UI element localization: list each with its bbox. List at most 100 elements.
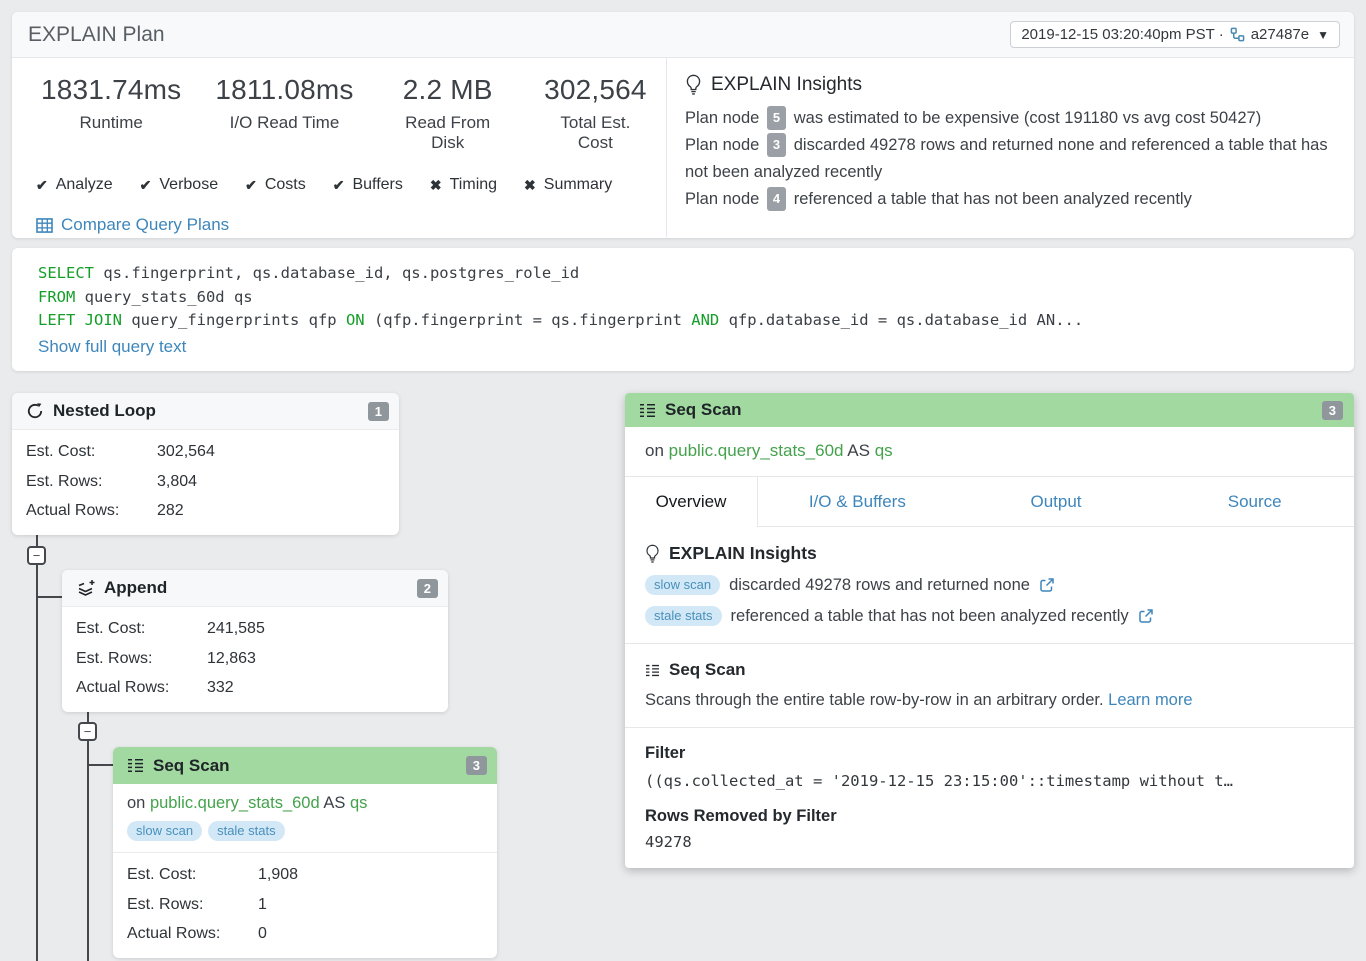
plan-node-nested-loop[interactable]: Nested Loop 1 Est. Cost:302,564Est. Rows… [12,393,399,535]
node-stats: Est. Cost:302,564Est. Rows:3,804Actual R… [12,430,399,535]
stat-value: 12,863 [207,644,256,674]
tab-i-o-buffers[interactable]: I/O & Buffers [758,477,957,526]
explain-flag-verbose: ✔Verbose [140,176,218,194]
filter-expression: ((qs.collected_at = '2019-12-15 23:15:00… [645,772,1334,790]
metric: 1831.74msRuntime [24,74,198,153]
sql-keyword: FROM [38,288,75,306]
node-stats: Est. Cost:241,585Est. Rows:12,863Actual … [62,607,448,712]
plan-summary-body: 1831.74msRuntime1811.08msI/O Read Time2.… [12,58,1354,237]
node-number-badge[interactable]: 3 [1322,401,1343,420]
stat-value: 332 [207,673,234,703]
stat-value: 3,804 [157,467,197,497]
node-insight-item: stale statsreferenced a table that has n… [645,606,1334,626]
node-insight-tags: slow scanstale stats [127,821,483,841]
node-number-badge[interactable]: 1 [368,402,389,421]
external-link-icon[interactable] [1039,577,1055,593]
stat-label: Est. Rows: [76,644,207,674]
stat-label: Actual Rows: [76,673,207,703]
detail-insights-section: EXPLAIN Insights slow scandiscarded 4927… [625,527,1354,643]
stat-row: Est. Cost:241,585 [76,614,434,644]
detail-insights-heading: EXPLAIN Insights [645,543,1334,564]
flag-label: Timing [450,176,497,194]
insight-text: discarded 49278 rows and returned none [729,576,1030,595]
as-label: AS [323,794,345,812]
node-number-badge[interactable]: 2 [417,579,438,598]
tab-output[interactable]: Output [957,477,1156,526]
stat-label: Est. Cost: [127,860,258,890]
flag-label: Verbose [159,176,218,194]
node-doc-title: Seq Scan [669,660,746,680]
stat-label: Actual Rows: [26,496,157,526]
plan-node-badge[interactable]: 5 [767,106,786,130]
loop-icon [26,402,44,420]
flag-label: Summary [544,176,612,194]
insight-item: Plan node 4 referenced a table that has … [685,186,1336,213]
stat-value: 1,908 [258,860,298,890]
table-alias-link[interactable]: qs [875,441,893,460]
plan-node-append[interactable]: Append 2 Est. Cost:241,585Est. Rows:12,8… [62,570,448,712]
node-header: Seq Scan 3 [113,747,497,784]
learn-more-link[interactable]: Learn more [1108,691,1192,709]
stat-label: Est. Rows: [127,890,258,920]
explain-plan-header: EXPLAIN Plan 2019-12-15 03:20:40pm PST ·… [12,12,1354,58]
insight-tag: stale stats [645,606,722,626]
stat-value: 302,564 [157,437,215,467]
stat-row: Actual Rows:0 [127,919,483,949]
metric-value: 1811.08ms [215,74,353,106]
tab-overview[interactable]: Overview [625,477,758,527]
collapse-node-button[interactable]: − [78,722,97,741]
sql-line: SELECT qs.fingerprint, qs.database_id, q… [38,262,1334,286]
explain-plan-page: EXPLAIN Plan 2019-12-15 03:20:40pm PST ·… [0,0,1366,961]
detail-insights-title: EXPLAIN Insights [669,543,817,564]
metric-value: 2.2 MB [388,74,508,106]
stat-row: Actual Rows:282 [26,496,385,526]
sql-text: qfp.database_id = qs.database_id AN... [719,311,1083,329]
compare-query-plans-link[interactable]: Compare Query Plans [36,215,229,235]
plan-version-selector[interactable]: 2019-12-15 03:20:40pm PST · a27487e ▼ [1010,21,1340,48]
flag-label: Analyze [56,176,113,194]
explain-plan-card: EXPLAIN Plan 2019-12-15 03:20:40pm PST ·… [12,12,1354,238]
node-stats: Est. Cost:1,908Est. Rows:1Actual Rows:0 [113,853,497,958]
collapse-node-button[interactable]: − [27,546,46,565]
node-number-badge[interactable]: 3 [466,756,487,775]
insights-title: EXPLAIN Insights [711,74,862,96]
explain-flags-row: ✔Analyze✔Verbose✔Costs✔Buffers✖Timing✖Su… [36,176,666,194]
plan-node-badge[interactable]: 3 [767,133,786,157]
sql-line: LEFT JOIN query_fingerprints qfp ON (qfp… [38,309,1334,333]
table-alias-link[interactable]: qs [350,794,367,812]
sql-keyword: AND [691,311,719,329]
node-doc-description: Scans through the entire table row-by-ro… [645,691,1104,709]
metric-value: 302,564 [542,74,649,106]
chevron-down-icon: ▼ [1317,28,1329,42]
sql-keyword: SELECT [38,264,94,282]
insight-item: Plan node 3 discarded 49278 rows and ret… [685,132,1336,186]
stat-value: 282 [157,496,184,526]
filter-section: Filter ((qs.collected_at = '2019-12-15 2… [625,728,1354,868]
page-title: EXPLAIN Plan [28,23,165,47]
node-title: Seq Scan [153,756,466,776]
table-link[interactable]: public.query_stats_60d [150,794,320,812]
tree-connector-line [36,526,38,961]
plan-node-badge[interactable]: 4 [767,187,786,211]
tab-source[interactable]: Source [1155,477,1354,526]
node-detail-panel: Seq Scan 3 on public.query_stats_60d AS … [625,393,1354,868]
external-link-icon[interactable] [1138,608,1154,624]
show-full-query-link[interactable]: Show full query text [38,337,186,357]
sql-line: FROM query_stats_60d qs [38,286,1334,310]
sql-keyword: LEFT JOIN [38,311,122,329]
check-icon: ✔ [333,177,345,194]
plan-node-seq-scan[interactable]: Seq Scan 3 on public.query_stats_60d AS … [113,747,497,958]
lightbulb-icon [645,544,660,564]
flag-label: Costs [265,176,306,194]
metric-label: Total Est. Cost [542,113,649,153]
check-icon: ✔ [245,177,257,194]
insight-item: Plan node 5 was estimated to be expensiv… [685,105,1336,132]
seq-scan-icon [639,403,656,418]
filter-heading: Filter [645,744,1334,763]
table-link[interactable]: public.query_stats_60d [669,441,844,460]
tree-connector-line [37,596,63,598]
insights-panel: EXPLAIN Insights Plan node 5 was estimat… [666,58,1354,237]
metric-value: 1831.74ms [41,74,181,106]
flag-label: Buffers [352,176,402,194]
sql-text: (qfp.fingerprint = qs.fingerprint [365,311,692,329]
